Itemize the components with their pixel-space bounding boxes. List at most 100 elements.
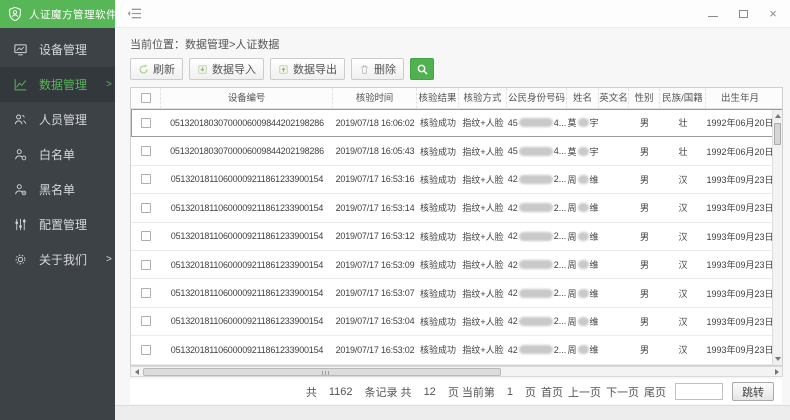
cell-ethnicity: 汉 xyxy=(660,223,706,250)
sidebar-item-label: 配置管理 xyxy=(39,216,87,233)
gear-icon xyxy=(13,252,28,267)
row-checkbox[interactable] xyxy=(141,260,151,270)
sidebar-item-label: 白名单 xyxy=(39,146,75,163)
table-body: 05132018030700006009844202198286 2019/07… xyxy=(131,109,782,365)
table-row[interactable]: 05132018030700006009844202198286 2019/07… xyxy=(131,109,782,137)
refresh-button[interactable]: 刷新 xyxy=(130,58,183,80)
sidebar-item-about-us[interactable]: 关于我们 > xyxy=(0,242,115,277)
toolbar: 刷新 数据导入 数据导出 删除 xyxy=(130,58,434,80)
table-row[interactable]: 05132018110600009211861233900154 2019/07… xyxy=(131,279,782,307)
redaction-blur xyxy=(578,260,589,269)
redaction-blur xyxy=(519,317,553,326)
row-checkbox[interactable] xyxy=(141,231,151,241)
close-icon[interactable]: × xyxy=(766,7,780,21)
column-header-method[interactable]: 核验方式 xyxy=(459,88,507,109)
total-records: 1162 xyxy=(329,386,353,398)
sidebar: 人证魔方管理软件 设备管理 数据管理 > 人员管理 xyxy=(0,0,115,420)
next-page-link[interactable]: 下一页 xyxy=(606,384,639,400)
table-row[interactable]: 05132018110600009211861233900154 2019/07… xyxy=(131,251,782,279)
delete-button[interactable]: 删除 xyxy=(351,58,404,80)
horizontal-scrollbar-thumb[interactable] xyxy=(143,368,501,376)
row-checkbox[interactable] xyxy=(141,118,151,128)
cell-device: 05132018110600009211861233900154 xyxy=(161,308,333,335)
vertical-scrollbar-thumb[interactable] xyxy=(774,123,781,145)
data-import-button[interactable]: 数据导入 xyxy=(189,58,264,80)
cell-time: 2019/07/17 16:53:04 xyxy=(333,308,417,335)
column-header-gender[interactable]: 性别 xyxy=(629,88,660,109)
redaction-blur xyxy=(578,203,589,212)
cell-method: 指纹+人脸 xyxy=(459,223,507,250)
row-checkbox[interactable] xyxy=(141,146,151,156)
sliders-icon xyxy=(13,217,28,232)
sidebar-nav: 设备管理 数据管理 > 人员管理 白名单 xyxy=(0,28,115,277)
sidebar-item-data-management[interactable]: 数据管理 > xyxy=(0,67,115,102)
breadcrumb: 当前位置：数据管理>人证数据 xyxy=(130,36,279,52)
row-checkbox[interactable] xyxy=(141,288,151,298)
column-header-time[interactable]: 核验时间 xyxy=(333,88,417,109)
jump-button[interactable]: 跳转 xyxy=(732,382,774,401)
cell-method: 指纹+人脸 xyxy=(459,137,507,164)
cell-name: 莫宇 xyxy=(567,137,599,164)
person-blacklist-icon xyxy=(13,182,28,197)
scroll-up-arrow-icon[interactable] xyxy=(773,110,782,121)
search-button[interactable] xyxy=(410,58,434,80)
select-all-checkbox[interactable] xyxy=(141,93,151,103)
trash-icon xyxy=(359,64,370,75)
row-checkbox[interactable] xyxy=(141,174,151,184)
redaction-blur xyxy=(578,317,589,326)
cell-device: 05132018110600009211861233900154 xyxy=(161,166,333,193)
app-window: 人证魔方管理软件 设备管理 数据管理 > 人员管理 xyxy=(0,0,790,420)
collapse-sidebar-icon[interactable] xyxy=(127,7,142,20)
horizontal-scrollbar[interactable] xyxy=(130,366,783,377)
table-row[interactable]: 05132018110600009211861233900154 2019/07… xyxy=(131,336,782,364)
column-header-name[interactable]: 姓名 xyxy=(567,88,599,109)
redaction-blur xyxy=(519,203,553,212)
scroll-left-arrow-icon[interactable] xyxy=(131,367,142,376)
cell-citizen-id: 422... xyxy=(507,166,567,193)
column-header-english-name[interactable]: 英文名 xyxy=(599,88,629,109)
table-row[interactable]: 05132018110600009211861233900154 2019/07… xyxy=(131,308,782,336)
sidebar-item-device-management[interactable]: 设备管理 xyxy=(0,32,115,67)
table-row[interactable]: 05132018110600009211861233900154 2019/07… xyxy=(131,166,782,194)
table-row[interactable]: 05132018110600009211861233900154 2019/07… xyxy=(131,194,782,222)
table-row[interactable]: 05132018030700006009844202198286 2019/07… xyxy=(131,137,782,165)
sidebar-item-whitelist[interactable]: 白名单 xyxy=(0,137,115,172)
cell-birth: 1993年09月23日 xyxy=(706,279,774,306)
cell-result: 核验成功 xyxy=(417,223,459,250)
row-checkbox[interactable] xyxy=(141,345,151,355)
column-header-result[interactable]: 核验结果 xyxy=(417,88,459,109)
magnifier-icon xyxy=(416,63,429,76)
redaction-blur xyxy=(519,289,553,298)
minimize-icon[interactable] xyxy=(706,7,720,21)
prev-page-link[interactable]: 上一页 xyxy=(568,384,601,400)
line-chart-icon xyxy=(13,77,28,92)
cell-result: 核验成功 xyxy=(417,308,459,335)
sidebar-item-blacklist[interactable]: 黑名单 xyxy=(0,172,115,207)
last-page-link[interactable]: 尾页 xyxy=(644,384,666,400)
table-row[interactable]: 05132018110600009211861233900154 2019/07… xyxy=(131,223,782,251)
vertical-scrollbar[interactable] xyxy=(772,110,782,365)
sidebar-item-personnel-management[interactable]: 人员管理 xyxy=(0,102,115,137)
scroll-right-arrow-icon[interactable] xyxy=(771,367,782,376)
column-header-citizen-id[interactable]: 公民身份号码 xyxy=(507,88,567,109)
first-page-link[interactable]: 首页 xyxy=(541,384,563,400)
app-brand: 人证魔方管理软件 xyxy=(0,0,115,28)
cell-citizen-id: 454... xyxy=(507,109,567,136)
data-export-button[interactable]: 数据导出 xyxy=(270,58,345,80)
scroll-down-arrow-icon[interactable] xyxy=(773,354,782,365)
sidebar-item-config-management[interactable]: 配置管理 xyxy=(0,207,115,242)
cell-birth: 1993年09月23日 xyxy=(706,336,774,363)
sidebar-item-label: 人员管理 xyxy=(39,111,87,128)
column-header-birth[interactable]: 出生年月 xyxy=(706,88,774,109)
column-header-ethnicity[interactable]: 民族/国籍 xyxy=(660,88,706,109)
cell-name: 周维 xyxy=(567,336,599,363)
column-header-device[interactable]: 设备编号 xyxy=(161,88,333,109)
jump-page-input[interactable] xyxy=(675,383,723,400)
maximize-icon[interactable] xyxy=(736,7,750,21)
cell-result: 核验成功 xyxy=(417,137,459,164)
cell-citizen-id: 422... xyxy=(507,336,567,363)
row-checkbox[interactable] xyxy=(141,316,151,326)
cell-ethnicity: 汉 xyxy=(660,336,706,363)
cell-result: 核验成功 xyxy=(417,109,459,136)
row-checkbox[interactable] xyxy=(141,203,151,213)
